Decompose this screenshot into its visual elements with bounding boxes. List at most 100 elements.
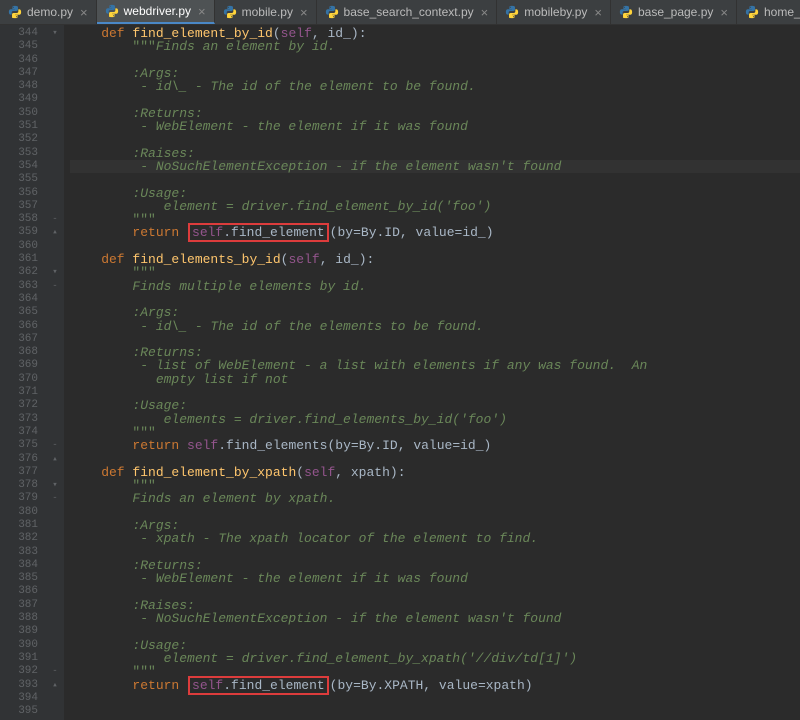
code-line[interactable]: :Usage: <box>70 639 800 652</box>
code-line[interactable]: return self.find_element(by=By.ID, value… <box>70 226 800 239</box>
line-number: 371 <box>0 386 46 399</box>
code-line[interactable] <box>70 133 800 146</box>
line-number: 387 <box>0 599 46 612</box>
code-line[interactable]: return self.find_element(by=By.XPATH, va… <box>70 679 800 692</box>
code-line[interactable] <box>70 506 800 519</box>
fold-empty <box>46 107 64 120</box>
code-line[interactable] <box>70 240 800 253</box>
close-icon[interactable]: × <box>720 5 728 20</box>
code-line[interactable]: def find_elements_by_id(self, id_): <box>70 253 800 266</box>
code-line[interactable]: return self.find_elements(by=By.ID, valu… <box>70 439 800 452</box>
code-line[interactable]: :Usage: <box>70 187 800 200</box>
code-line[interactable]: :Args: <box>70 67 800 80</box>
code-line[interactable]: :Returns: <box>70 559 800 572</box>
code-line[interactable]: :Returns: <box>70 107 800 120</box>
code-line[interactable]: """ <box>70 426 800 439</box>
tab-mobileby-py[interactable]: mobileby.py× <box>497 0 611 24</box>
code-line[interactable] <box>70 93 800 106</box>
code-line[interactable] <box>70 453 800 466</box>
fold-empty <box>46 599 64 612</box>
fold-marker-icon[interactable]: ▴ <box>46 679 64 692</box>
code-line[interactable] <box>70 705 800 718</box>
code-line[interactable]: - NoSuchElementException - if the elemen… <box>70 160 800 173</box>
code-line[interactable]: Finds multiple elements by id. <box>70 280 800 293</box>
code-line[interactable]: :Usage: <box>70 399 800 412</box>
code-line[interactable]: """ <box>70 479 800 492</box>
code-line[interactable] <box>70 585 800 598</box>
line-number: 380 <box>0 506 46 519</box>
code-line[interactable]: :Args: <box>70 519 800 532</box>
tab-mobile-py[interactable]: mobile.py× <box>215 0 317 24</box>
code-line[interactable]: - id\_ - The id of the elements to be fo… <box>70 320 800 333</box>
code-line[interactable]: element = driver.find_element_by_xpath('… <box>70 652 800 665</box>
fold-empty <box>46 200 64 213</box>
line-number: 365 <box>0 306 46 319</box>
code-line[interactable] <box>70 333 800 346</box>
fold-marker-icon[interactable]: - <box>46 492 64 505</box>
code-line[interactable]: :Raises: <box>70 599 800 612</box>
line-number: 362 <box>0 266 46 279</box>
code-line[interactable]: - list of WebElement - a list with eleme… <box>70 359 800 372</box>
code-line[interactable] <box>70 546 800 559</box>
code-line[interactable]: """Finds an element by id. <box>70 40 800 53</box>
close-icon[interactable]: × <box>481 5 489 20</box>
code-line[interactable]: """ <box>70 665 800 678</box>
code-line[interactable]: - id\_ - The id of the element to be fou… <box>70 80 800 93</box>
fold-empty <box>46 506 64 519</box>
code-line[interactable]: - WebElement - the element if it was fou… <box>70 572 800 585</box>
tab-base_page-py[interactable]: base_page.py× <box>611 0 737 24</box>
code-line[interactable]: - WebElement - the element if it was fou… <box>70 120 800 133</box>
code-line[interactable]: def find_element_by_id(self, id_): <box>70 27 800 40</box>
fold-marker-icon[interactable]: ▾ <box>46 266 64 279</box>
close-icon[interactable]: × <box>80 5 88 20</box>
code-line[interactable]: - xpath - The xpath locator of the eleme… <box>70 532 800 545</box>
code-line[interactable]: def find_element_by_xpath(self, xpath): <box>70 466 800 479</box>
code-line[interactable]: Finds an element by xpath. <box>70 492 800 505</box>
code-line[interactable] <box>70 386 800 399</box>
line-number: 393 <box>0 679 46 692</box>
fold-marker-icon[interactable]: ▴ <box>46 226 64 239</box>
code-line[interactable] <box>70 692 800 705</box>
close-icon[interactable]: × <box>300 5 308 20</box>
fold-empty <box>46 466 64 479</box>
fold-marker-icon[interactable]: ▾ <box>46 27 64 40</box>
fold-marker-icon[interactable]: - <box>46 280 64 293</box>
code-line[interactable]: :Raises: <box>70 147 800 160</box>
code-line[interactable] <box>70 293 800 306</box>
tab-base_search_context-py[interactable]: base_search_context.py× <box>317 0 498 24</box>
fold-empty <box>46 692 64 705</box>
line-number: 345 <box>0 40 46 53</box>
code-line[interactable]: - NoSuchElementException - if the elemen… <box>70 612 800 625</box>
fold-empty <box>46 293 64 306</box>
line-number: 390 <box>0 639 46 652</box>
code-area[interactable]: def find_element_by_id(self, id_): """Fi… <box>64 25 800 720</box>
code-line[interactable]: empty list if not <box>70 373 800 386</box>
fold-marker-icon[interactable]: - <box>46 439 64 452</box>
code-line[interactable]: :Args: <box>70 306 800 319</box>
close-icon[interactable]: × <box>198 4 206 19</box>
tab-webdriver-py[interactable]: webdriver.py× <box>97 0 215 24</box>
fold-marker-icon[interactable]: ▾ <box>46 479 64 492</box>
code-line[interactable] <box>70 54 800 67</box>
code-line[interactable]: """ <box>70 266 800 279</box>
highlighted-code: self.find_element <box>188 223 329 242</box>
fold-column: ▾-▴▾--▴▾--▴ <box>46 25 64 720</box>
python-file-icon <box>8 5 22 19</box>
code-line[interactable]: elements = driver.find_elements_by_id('f… <box>70 413 800 426</box>
line-number: 364 <box>0 293 46 306</box>
code-line[interactable]: :Returns: <box>70 346 800 359</box>
code-line[interactable] <box>70 625 800 638</box>
tab-demo-py[interactable]: demo.py× <box>0 0 97 24</box>
code-line[interactable]: element = driver.find_element_by_id('foo… <box>70 200 800 213</box>
fold-marker-icon[interactable]: ▴ <box>46 453 64 466</box>
line-number: 374 <box>0 426 46 439</box>
python-file-icon <box>105 4 119 18</box>
fold-marker-icon[interactable]: - <box>46 213 64 226</box>
close-icon[interactable]: × <box>594 5 602 20</box>
code-line[interactable] <box>70 173 800 186</box>
tab-home_page-py[interactable]: home_page.py× <box>737 0 800 24</box>
line-number: 358 <box>0 213 46 226</box>
fold-empty <box>46 346 64 359</box>
fold-marker-icon[interactable]: - <box>46 665 64 678</box>
fold-empty <box>46 519 64 532</box>
